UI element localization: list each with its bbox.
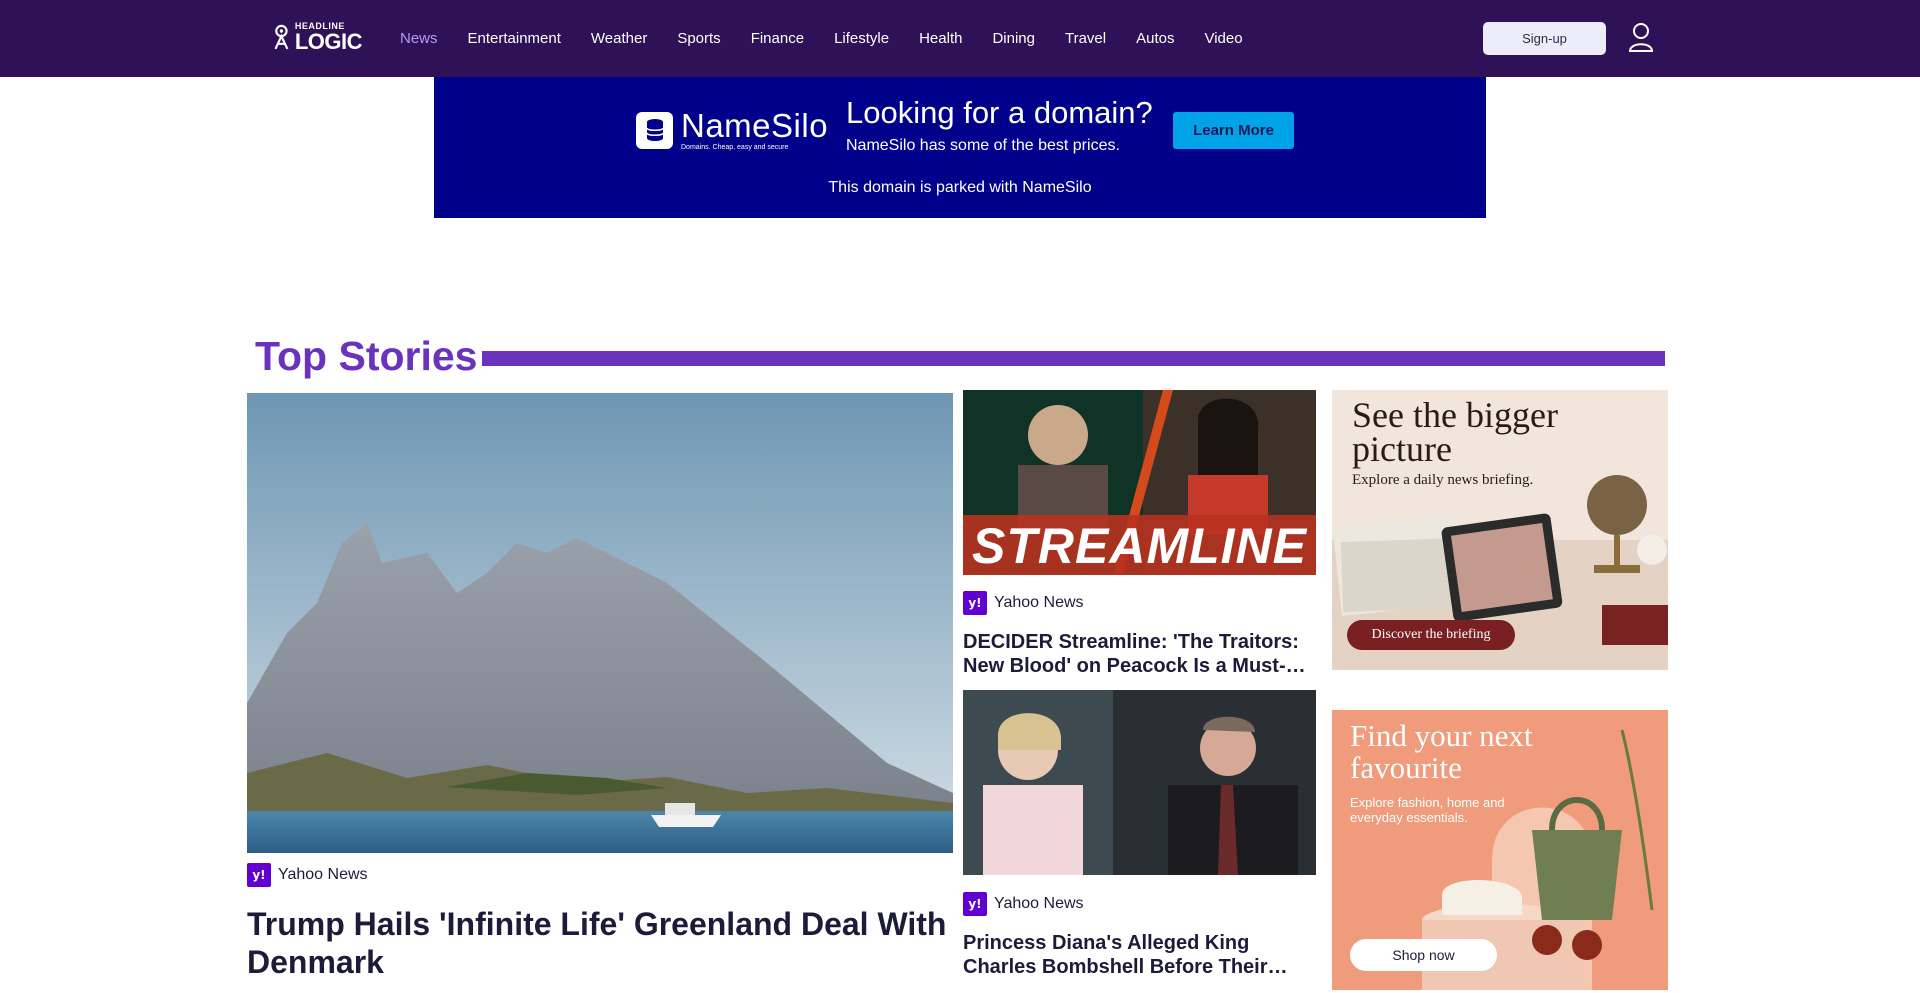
main-story-image[interactable]: [247, 393, 953, 853]
nav-item-weather[interactable]: Weather: [591, 30, 647, 47]
source-name: Yahoo News: [994, 594, 1084, 611]
ad-headline: Looking for a domain?: [846, 95, 1153, 130]
yahoo-logo-icon: y!: [963, 591, 987, 615]
story-headline[interactable]: Princess Diana's Alleged King Charles Bo…: [963, 931, 1313, 979]
nav-item-entertainment[interactable]: Entertainment: [468, 30, 561, 47]
story-headline[interactable]: DECIDER Streamline: 'The Traitors: New B…: [963, 630, 1313, 678]
discover-briefing-button[interactable]: Discover the briefing: [1347, 620, 1515, 650]
yahoo-logo-icon: y!: [247, 863, 271, 887]
story-source: y! Yahoo News: [963, 892, 1084, 916]
top-navbar: HEADLINE LOGIC News Entertainment Weathe…: [0, 0, 1920, 77]
main-story-headline[interactable]: Trump Hails 'Infinite Life' Greenland De…: [247, 905, 947, 982]
signup-button[interactable]: Sign-up: [1483, 22, 1606, 55]
story-image-royals[interactable]: [963, 690, 1316, 875]
nav-item-health[interactable]: Health: [919, 30, 962, 47]
ad-subheadline: Explore fashion, home and everyday essen…: [1350, 795, 1505, 825]
ad-shopping[interactable]: Find your next favourite Explore fashion…: [1332, 710, 1668, 990]
namesilo-brand: NameSilo: [681, 107, 829, 144]
source-name: Yahoo News: [994, 895, 1084, 912]
database-icon: [636, 111, 673, 149]
ad-headline: See the bigger picture: [1352, 395, 1558, 469]
nav-item-sports[interactable]: Sports: [677, 30, 720, 47]
logo-icon: [274, 24, 289, 50]
ad-subheadline: NameSilo has some of the best prices.: [846, 137, 1120, 154]
nav-item-video[interactable]: Video: [1204, 30, 1242, 47]
streamline-image-text: STREAMLINE: [972, 518, 1307, 574]
nav-item-lifestyle[interactable]: Lifestyle: [834, 30, 889, 47]
yahoo-logo-icon: y!: [963, 892, 987, 916]
ad-headline: Find your next favourite: [1350, 718, 1533, 785]
section-divider: [482, 351, 1665, 366]
nav-item-travel[interactable]: Travel: [1065, 30, 1106, 47]
source-name: Yahoo News: [278, 866, 368, 883]
section-title: Top Stories: [255, 333, 478, 379]
domain-ad-banner[interactable]: NameSilo Domains. Cheap, easy and secure…: [434, 77, 1486, 218]
ad-footer-text: This domain is parked with NameSilo: [828, 179, 1092, 196]
nav-item-dining[interactable]: Dining: [992, 30, 1035, 47]
nav-item-news[interactable]: News: [400, 30, 438, 47]
user-account-icon[interactable]: [1628, 22, 1654, 52]
nav-item-finance[interactable]: Finance: [751, 30, 804, 47]
shop-now-button[interactable]: Shop now: [1350, 939, 1497, 971]
nav-item-autos[interactable]: Autos: [1136, 30, 1174, 47]
ad-subheadline: Explore a daily news briefing.: [1352, 472, 1534, 488]
site-logo[interactable]: HEADLINE LOGIC: [272, 20, 363, 54]
learn-more-button[interactable]: Learn More: [1173, 112, 1294, 149]
namesilo-tagline: Domains. Cheap, easy and secure: [681, 144, 789, 151]
story-image-streamline[interactable]: STREAMLINE: [963, 390, 1316, 575]
story-source: y! Yahoo News: [963, 591, 1084, 615]
namesilo-logo: NameSilo Domains. Cheap, easy and secure: [636, 107, 836, 151]
logo-text-bottom: LOGIC: [294, 28, 363, 54]
story-source: y! Yahoo News: [247, 863, 368, 887]
main-menu: News Entertainment Weather Sports Financ…: [400, 0, 1273, 77]
ad-news-briefing[interactable]: See the bigger picture Explore a daily n…: [1332, 390, 1668, 670]
